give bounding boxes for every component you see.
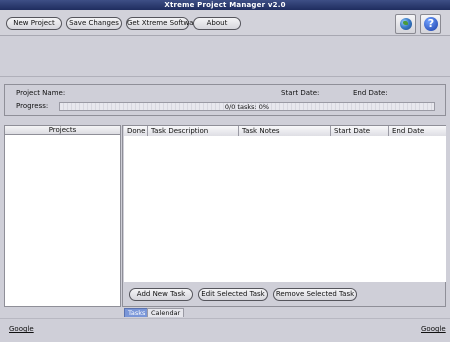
tasks-panel: Done Task Description Task Notes Start D… (122, 125, 446, 307)
start-date-label: Start Date: (281, 89, 320, 97)
column-header-description[interactable]: Task Description (148, 126, 239, 136)
about-button[interactable]: About (193, 17, 241, 30)
column-header-notes[interactable]: Task Notes (239, 126, 331, 136)
google-link-left[interactable]: Google (9, 325, 34, 333)
tab-tasks[interactable]: Tasks (124, 308, 150, 317)
tab-calendar[interactable]: Calendar (147, 308, 185, 317)
progress-bar: 0/0 tasks: 0% (59, 102, 435, 111)
remove-task-button[interactable]: Remove Selected Task (273, 288, 357, 301)
help-icon: ? (424, 17, 438, 31)
column-header-done[interactable]: Done (124, 126, 148, 136)
new-project-button[interactable]: New Project (6, 17, 62, 30)
web-button[interactable] (395, 14, 416, 34)
column-header-start-date[interactable]: Start Date (331, 126, 389, 136)
globe-icon (400, 18, 412, 30)
progress-label: Progress: (16, 102, 49, 110)
project-name-label: Project Name: (16, 89, 66, 97)
column-header-end-date[interactable]: End Date (389, 126, 446, 136)
window-title: Xtreme Project Manager v2.0 (0, 0, 450, 10)
help-button[interactable]: ? (420, 14, 441, 34)
toolbar-spacer (0, 37, 450, 77)
projects-panel: Projects (4, 125, 121, 307)
google-link-right[interactable]: Google (421, 325, 446, 333)
toolbar: New Project Save Changes Get Xtreme Soft… (0, 10, 450, 36)
status-bar: Google Google (0, 318, 450, 342)
edit-task-button[interactable]: Edit Selected Task (198, 288, 268, 301)
projects-list[interactable] (5, 136, 120, 306)
tasks-table-header: Done Task Description Task Notes Start D… (124, 126, 446, 136)
end-date-label: End Date: (353, 89, 388, 97)
projects-header: Projects (5, 126, 120, 135)
add-task-button[interactable]: Add New Task (129, 288, 193, 301)
save-changes-button[interactable]: Save Changes (66, 17, 122, 30)
get-software-button[interactable]: Get Xtreme Software (126, 17, 200, 30)
project-info-panel: Project Name: Start Date: End Date: Prog… (4, 84, 446, 116)
progress-text: 0/0 tasks: 0% (224, 103, 270, 111)
tasks-table[interactable]: Done Task Description Task Notes Start D… (124, 126, 446, 282)
